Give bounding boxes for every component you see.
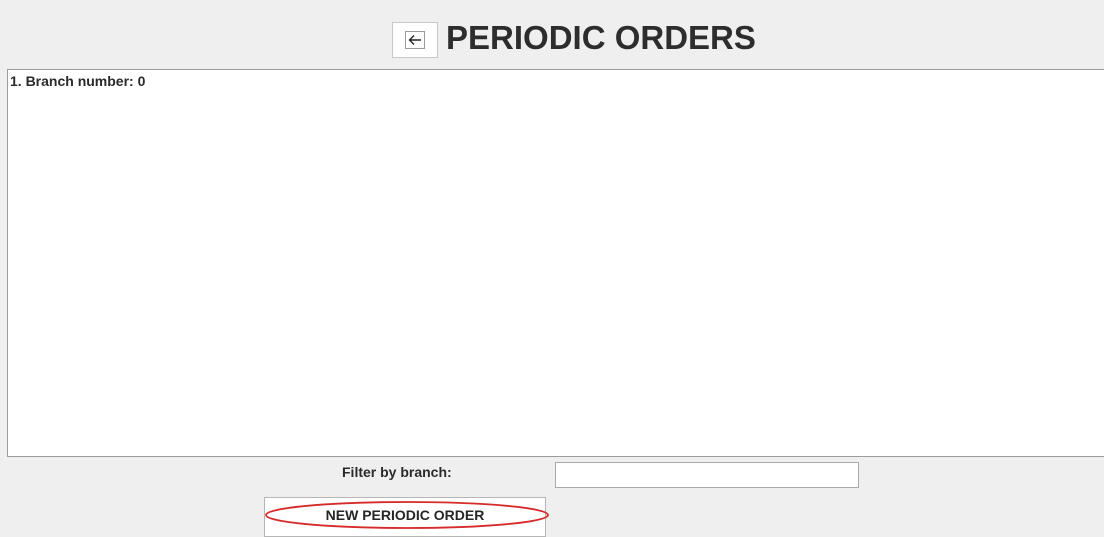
filter-branch-input[interactable] [555,462,859,488]
page-title: PERIODIC ORDERS [446,19,756,56]
filter-label: Filter by branch: [342,464,452,480]
arrow-left-icon [405,31,425,49]
list-item[interactable]: 1. Branch number: 0 [10,73,145,90]
new-periodic-order-label: NEW PERIODIC ORDER [325,507,485,523]
new-periodic-order-button[interactable]: NEW PERIODIC ORDER [264,497,546,537]
back-button[interactable] [392,22,438,58]
orders-list[interactable]: 1. Branch number: 0 [7,69,1104,457]
